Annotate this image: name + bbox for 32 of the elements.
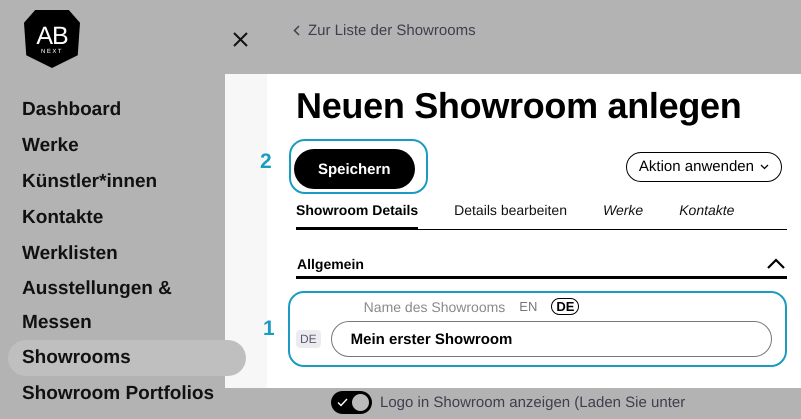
- chevron-left-icon: [293, 24, 300, 36]
- page-title: Neuen Showroom anlegen: [296, 84, 742, 128]
- tab[interactable]: Kontakte: [679, 196, 734, 230]
- sidebar-item[interactable]: Showrooms: [8, 340, 246, 376]
- field-label: Name des Showrooms: [364, 298, 506, 314]
- tab[interactable]: Werke: [603, 196, 644, 230]
- action-dropdown[interactable]: Aktion anwenden: [626, 152, 782, 182]
- tab[interactable]: Showroom Details: [296, 196, 418, 230]
- check-icon: [337, 398, 348, 407]
- logo-text: AB: [36, 24, 68, 48]
- sidebar-item[interactable]: Showroom Portfolios: [8, 376, 236, 412]
- toggle-label: Logo in Showroom anzeigen (Laden Sie unter: [380, 394, 686, 411]
- step-number: 2: [260, 150, 272, 174]
- sidebar-item[interactable]: Werke: [8, 128, 236, 164]
- toggle-switch[interactable]: [331, 391, 372, 414]
- chevron-down-icon: [760, 164, 769, 170]
- sidebar-item[interactable]: Künstler*innen: [8, 164, 236, 200]
- sidebar-item[interactable]: Ausstellungen & Messen: [8, 272, 236, 340]
- section-title: Allgemein: [297, 256, 364, 272]
- sidebar-item[interactable]: Werklisten: [8, 236, 236, 272]
- input-field[interactable]: Mein erster Showroom: [330, 321, 772, 357]
- tab[interactable]: Details bearbeiten: [454, 196, 567, 230]
- language-prefix: DE: [296, 330, 321, 348]
- language-toggle[interactable]: DE: [551, 298, 580, 315]
- language-toggle[interactable]: EN: [514, 298, 542, 315]
- back-link[interactable]: Zur Liste der Showrooms: [293, 22, 476, 38]
- sidebar-item[interactable]: Dashboard: [8, 92, 236, 128]
- close-icon[interactable]: [232, 31, 249, 48]
- sidebar-item[interactable]: Kontakte: [8, 200, 236, 236]
- save-button[interactable]: Speichern: [294, 149, 415, 189]
- step-number: 1: [263, 317, 275, 341]
- section-header[interactable]: Allgemein: [296, 256, 787, 279]
